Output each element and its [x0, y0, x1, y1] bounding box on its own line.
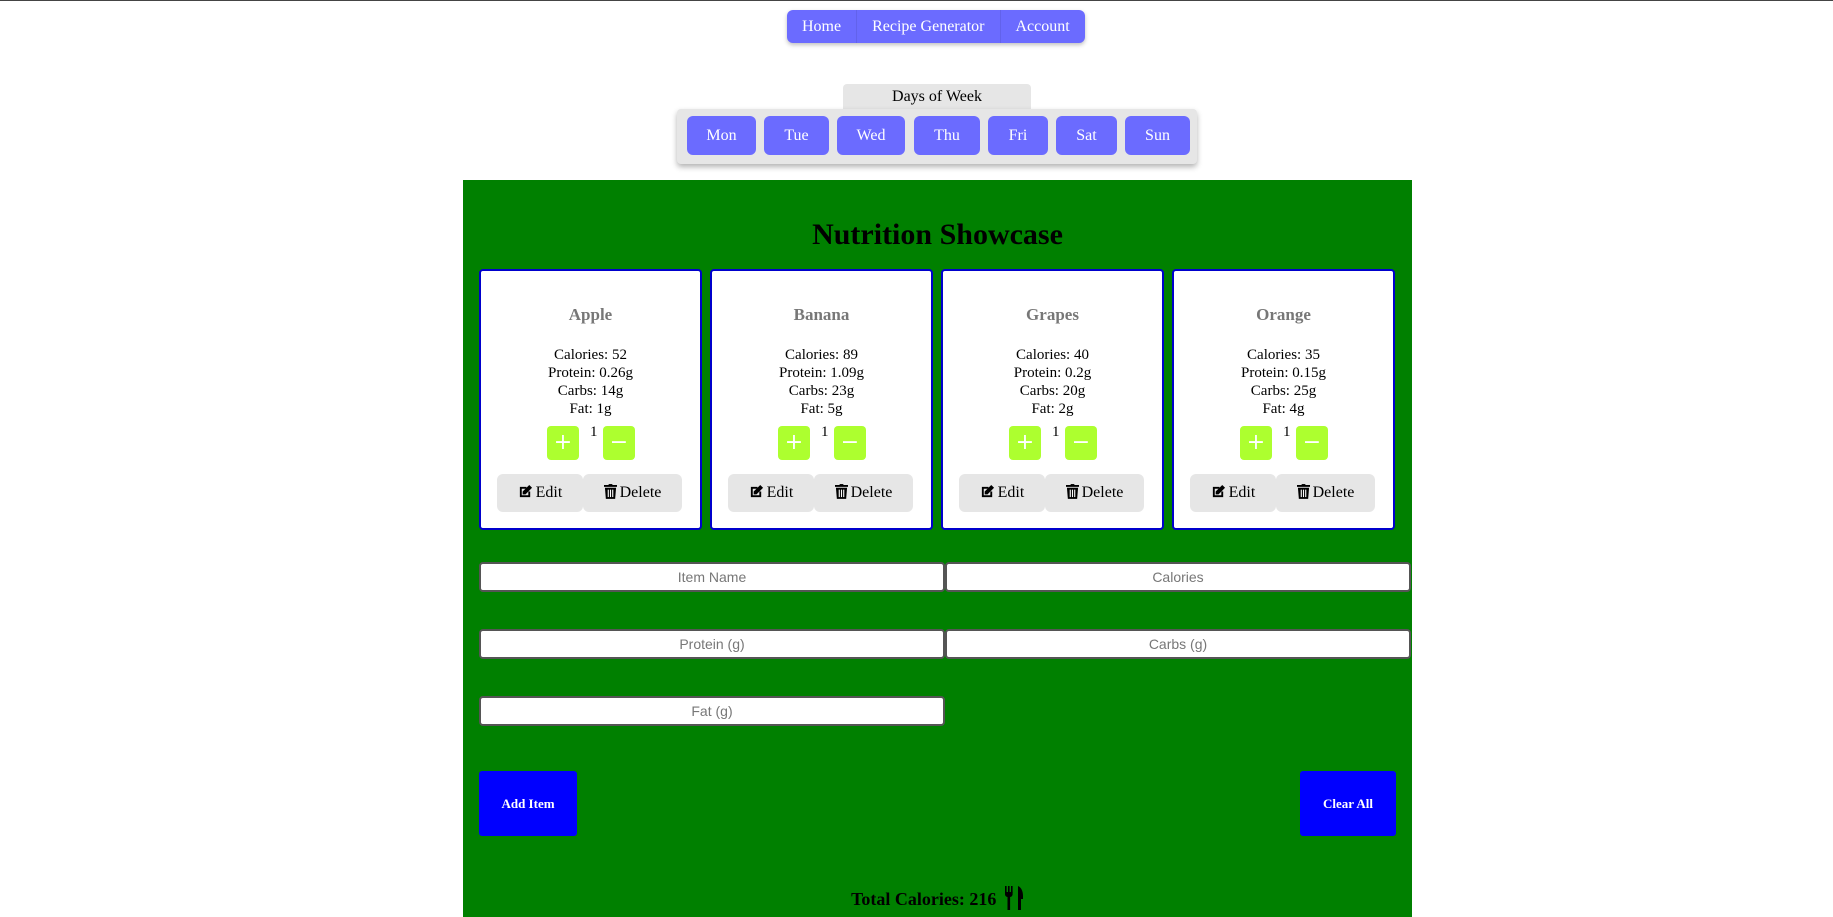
delete-label: Delete	[1312, 484, 1355, 501]
day-wed-button[interactable]: Wed	[837, 116, 905, 155]
food-card-banana: Banana Calories: 89 Protein: 1.09g Carbs…	[710, 269, 933, 530]
day-sat-button[interactable]: Sat	[1056, 116, 1117, 155]
food-name: Orange	[1256, 305, 1311, 324]
increase-quantity-button[interactable]: +	[547, 426, 579, 460]
edit-icon	[1212, 484, 1225, 498]
quantity-value: 1	[1283, 424, 1291, 440]
calories-input[interactable]	[945, 562, 1411, 592]
food-stats: Calories: 52 Protein: 0.26g Carbs: 14g F…	[481, 346, 700, 418]
decrease-quantity-button[interactable]: −	[603, 426, 635, 460]
edit-label: Edit	[1228, 484, 1256, 501]
day-thu-button[interactable]: Thu	[914, 116, 980, 155]
calories-text: Calories: 52	[554, 347, 627, 363]
quantity-value: 1	[590, 424, 598, 440]
food-name: Banana	[793, 305, 850, 324]
food-card-orange: Orange Calories: 35 Protein: 0.15g Carbs…	[1172, 269, 1395, 530]
page-title: Nutrition Showcase	[812, 218, 1063, 251]
calories-text: Calories: 35	[1247, 347, 1320, 363]
delete-button[interactable]: Delete	[1045, 474, 1144, 512]
trash-icon	[603, 484, 617, 499]
increase-quantity-button[interactable]: +	[778, 426, 810, 460]
fat-text: Fat: 4g	[1262, 401, 1305, 417]
food-name: Apple	[568, 305, 613, 324]
fat-text: Fat: 5g	[800, 401, 843, 417]
trash-icon	[1065, 484, 1079, 499]
delete-button[interactable]: Delete	[583, 474, 682, 512]
edit-label: Edit	[997, 484, 1025, 501]
edit-icon	[750, 484, 763, 498]
food-stats: Calories: 89 Protein: 1.09g Carbs: 23g F…	[712, 346, 931, 418]
edit-label: Edit	[535, 484, 563, 501]
carbs-input[interactable]	[945, 629, 1411, 659]
fat-text: Fat: 1g	[569, 401, 612, 417]
edit-button[interactable]: Edit	[1190, 474, 1276, 512]
edit-button[interactable]: Edit	[497, 474, 583, 512]
protein-text: Protein: 1.09g	[779, 365, 864, 381]
day-fri-button[interactable]: Fri	[988, 116, 1048, 155]
decrease-quantity-button[interactable]: −	[834, 426, 866, 460]
total-calories-label: Total Calories: 216	[851, 889, 997, 909]
clear-all-button[interactable]: Clear All	[1300, 771, 1396, 836]
nav-account-button[interactable]: Account	[1001, 10, 1085, 43]
delete-button[interactable]: Delete	[1276, 474, 1375, 512]
quantity-value: 1	[821, 424, 829, 440]
trash-icon	[1296, 484, 1310, 499]
protein-text: Protein: 0.15g	[1241, 365, 1326, 381]
calories-text: Calories: 40	[1016, 347, 1089, 363]
delete-button[interactable]: Delete	[814, 474, 913, 512]
protein-text: Protein: 0.2g	[1013, 365, 1092, 381]
delete-label: Delete	[1081, 484, 1124, 501]
delete-label: Delete	[850, 484, 893, 501]
carbs-text: Carbs: 25g	[1250, 383, 1317, 399]
increase-quantity-button[interactable]: +	[1009, 426, 1041, 460]
food-card-apple: Apple Calories: 52 Protein: 0.26g Carbs:…	[479, 269, 702, 530]
day-mon-button[interactable]: Mon	[687, 116, 756, 155]
days-of-week-title: Days of Week	[843, 84, 1031, 110]
carbs-text: Carbs: 14g	[557, 383, 624, 399]
fat-text: Fat: 2g	[1031, 401, 1074, 417]
top-nav: Home Recipe Generator Account	[787, 10, 1085, 43]
food-card-grapes: Grapes Calories: 40 Protein: 0.2g Carbs:…	[941, 269, 1164, 530]
days-of-week-panel: Mon Tue Wed Thu Fri Sat Sun	[677, 109, 1197, 164]
protein-input[interactable]	[479, 629, 945, 659]
edit-icon	[981, 484, 994, 498]
total-calories: Total Calories: 216	[463, 886, 1412, 910]
carbs-text: Carbs: 20g	[1019, 383, 1086, 399]
delete-label: Delete	[619, 484, 662, 501]
add-item-button[interactable]: Add Item	[479, 771, 577, 836]
food-name: Grapes	[1026, 305, 1079, 324]
quantity-value: 1	[1052, 424, 1060, 440]
edit-button[interactable]: Edit	[959, 474, 1045, 512]
utensils-icon	[1004, 886, 1023, 910]
trash-icon	[834, 484, 848, 499]
decrease-quantity-button[interactable]: −	[1065, 426, 1097, 460]
food-stats: Calories: 35 Protein: 0.15g Carbs: 25g F…	[1174, 346, 1393, 418]
edit-label: Edit	[766, 484, 794, 501]
day-tue-button[interactable]: Tue	[764, 116, 829, 155]
edit-icon	[519, 484, 532, 498]
calories-text: Calories: 89	[785, 347, 858, 363]
protein-text: Protein: 0.26g	[548, 365, 633, 381]
fat-input[interactable]	[479, 696, 945, 726]
edit-button[interactable]: Edit	[728, 474, 814, 512]
carbs-text: Carbs: 23g	[788, 383, 855, 399]
nav-home-button[interactable]: Home	[787, 10, 858, 43]
nutrition-showcase-section: Nutrition Showcase Apple Calories: 52 Pr…	[463, 180, 1412, 917]
decrease-quantity-button[interactable]: −	[1296, 426, 1328, 460]
food-stats: Calories: 40 Protein: 0.2g Carbs: 20g Fa…	[943, 346, 1162, 418]
increase-quantity-button[interactable]: +	[1240, 426, 1272, 460]
nav-recipe-generator-button[interactable]: Recipe Generator	[857, 10, 1001, 43]
day-sun-button[interactable]: Sun	[1125, 116, 1190, 155]
item-name-input[interactable]	[479, 562, 945, 592]
